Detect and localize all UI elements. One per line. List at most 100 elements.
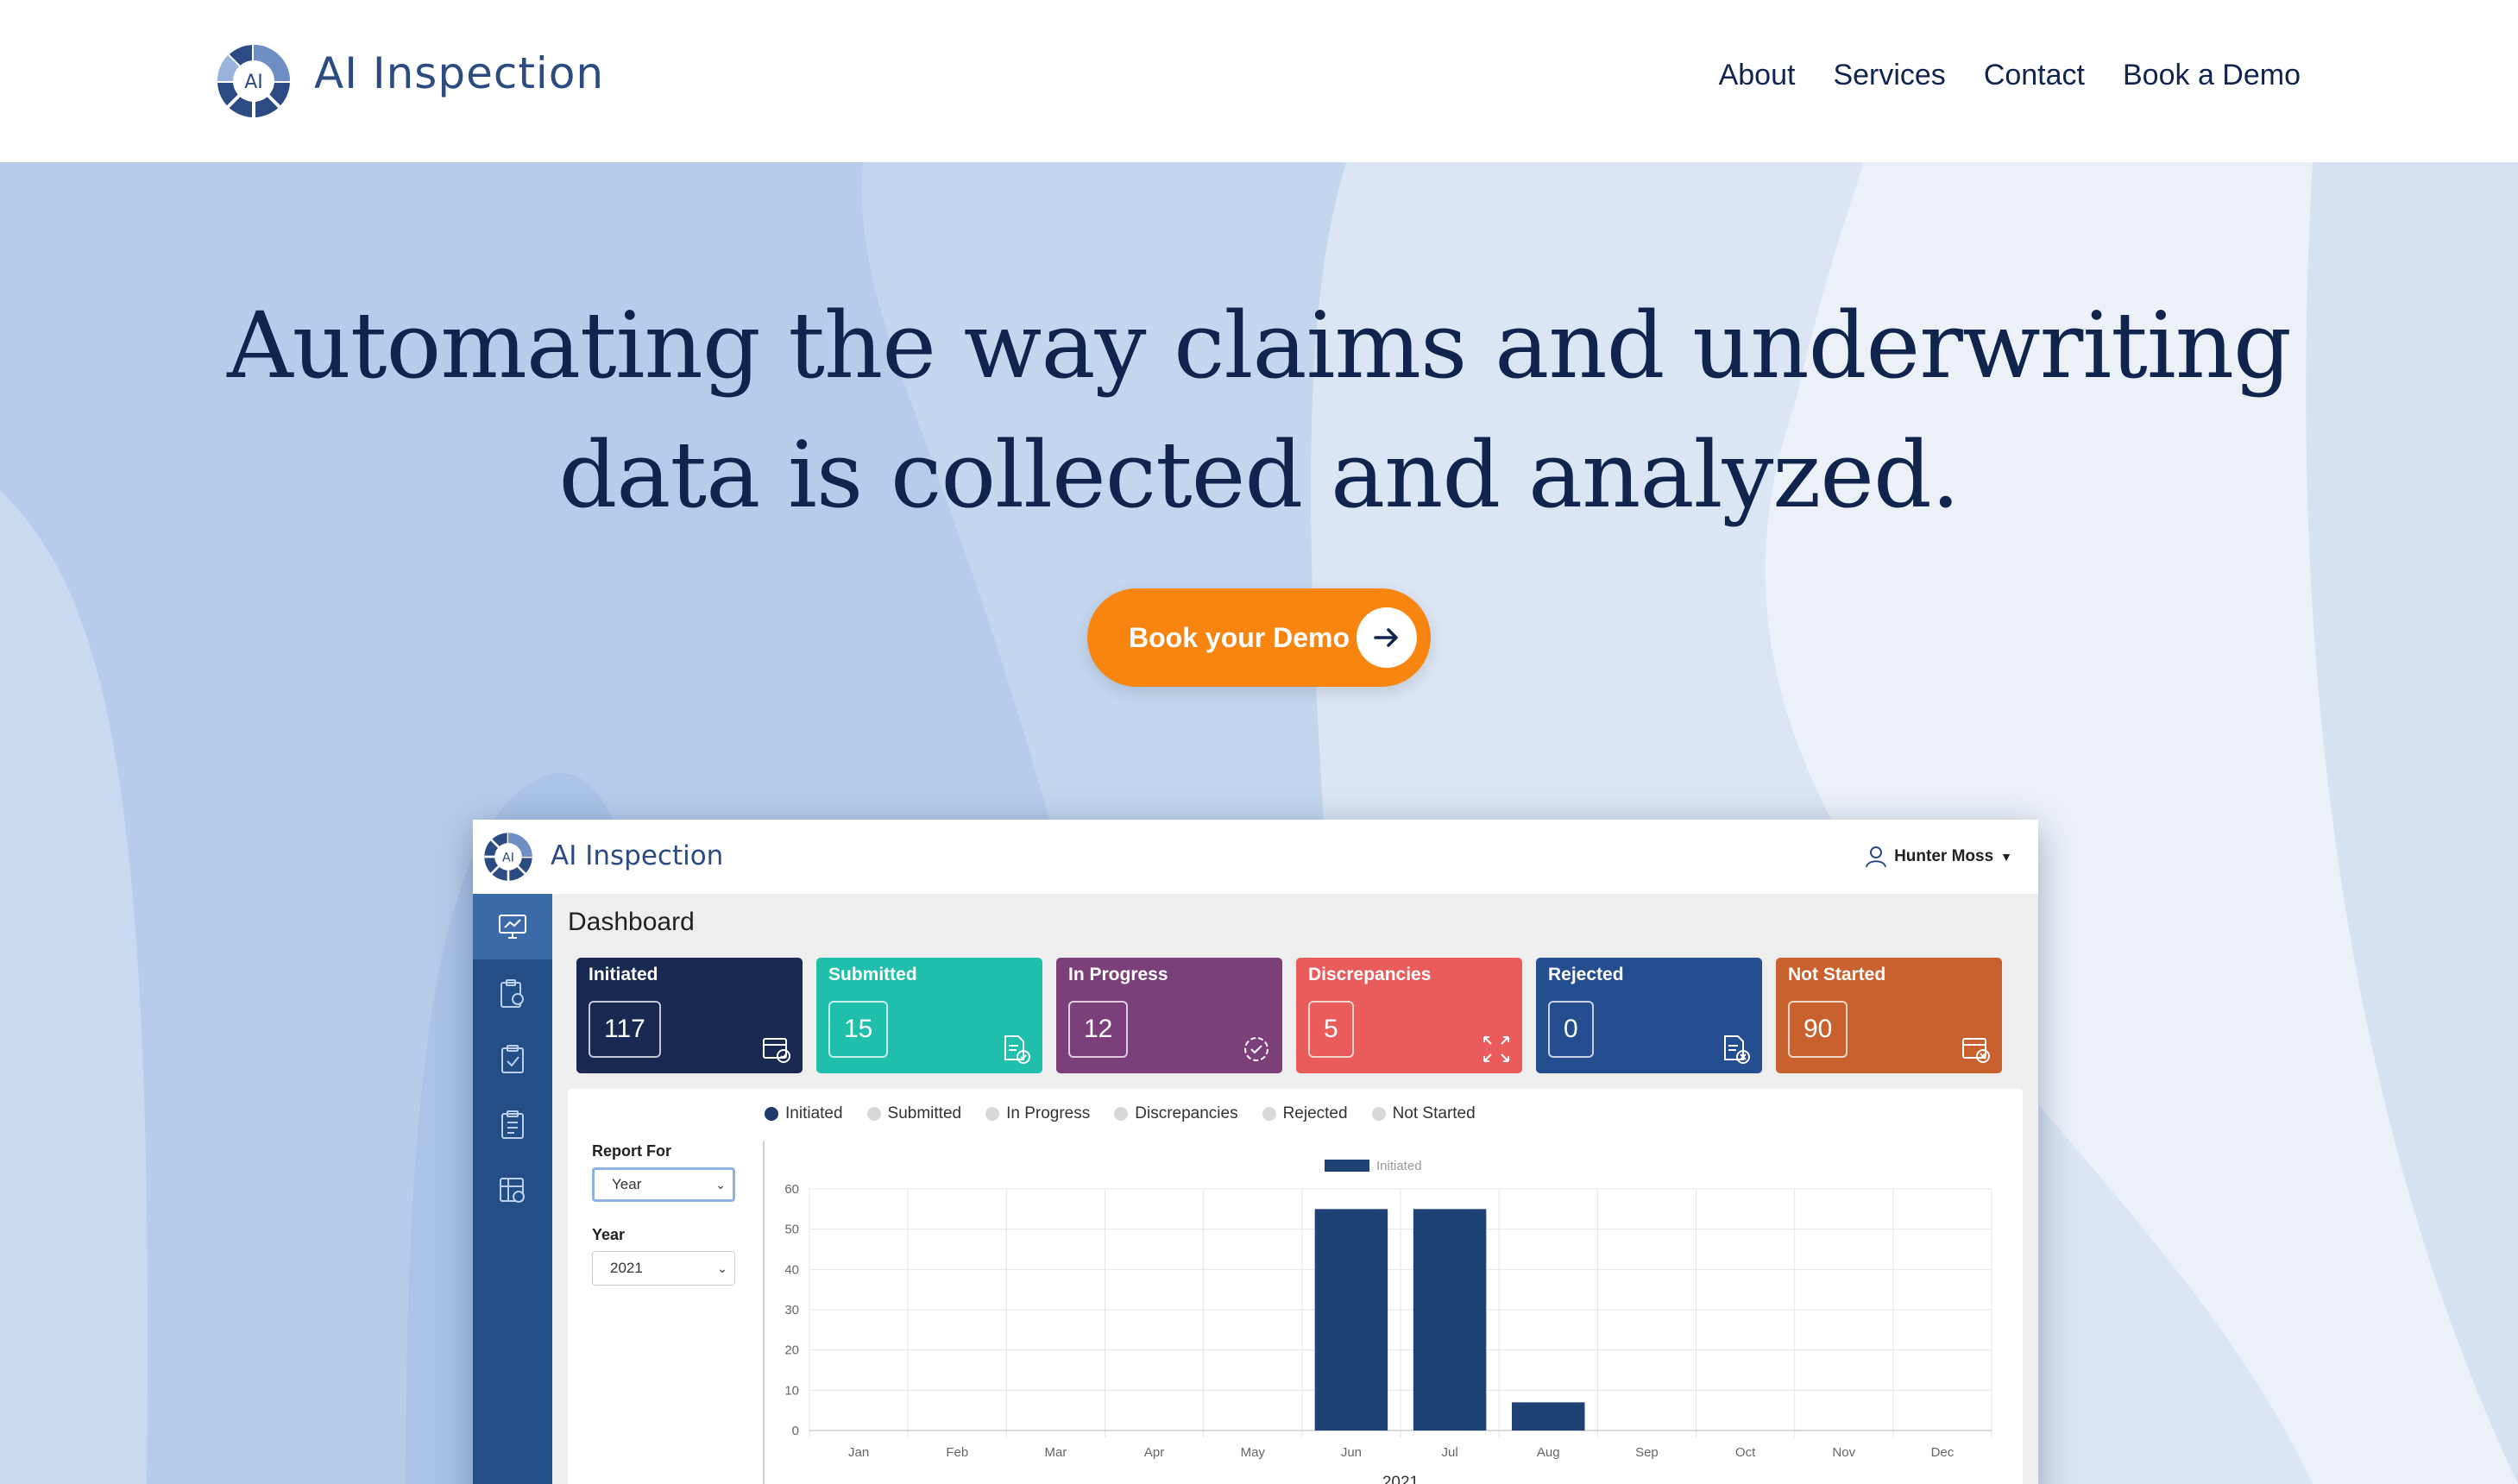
bar-jun [1314,1209,1388,1431]
legend-initiated[interactable]: Initiated [765,1104,843,1123]
user-menu[interactable]: Hunter Moss ▼ [1865,846,2012,868]
x-tick-label: Jun [1341,1445,1362,1460]
nav-book-demo[interactable]: Book a Demo [2123,59,2301,92]
document-check-icon [1004,1035,1030,1064]
y-tick-label: 60 [784,1182,799,1197]
legend-dot [1114,1107,1129,1121]
dashboard-logo-icon: AI [484,833,532,881]
document-x-icon [1724,1035,1750,1064]
hero-section: Automating the way claims and underwriti… [0,162,2518,1484]
legend-dot [1262,1107,1276,1121]
x-tick-label: Apr [1144,1445,1164,1460]
report-for-value: Year [612,1176,642,1192]
nav-contact[interactable]: Contact [1984,59,2085,92]
year-label: Year [592,1226,626,1243]
user-name: Hunter Moss [1894,847,1994,865]
year-value: 2021 [610,1260,643,1276]
clipboard-search-icon[interactable] [495,977,530,1011]
x-tick-label: Sep [1635,1445,1659,1460]
legend-label: Initiated [785,1104,843,1122]
calendar-x-icon [1962,1038,1990,1063]
legend-label: Submitted [887,1104,962,1122]
status-cards: Initiated 117 Submitted 15 In Progress 1… [576,958,2009,1075]
card-value: 15 [828,1001,889,1058]
legend-discrepancies[interactable]: Discrepancies [1114,1104,1238,1123]
dashboard-sidebar [473,894,552,1484]
clipboard-check-icon[interactable] [495,1042,530,1077]
hero-headline: Automating the way claims and underwriti… [0,281,2518,540]
x-tick-label: Jul [1441,1445,1457,1460]
legend-label: Discrepancies [1135,1104,1238,1122]
card-rejected[interactable]: Rejected 0 [1536,958,1762,1073]
legend-dot [866,1107,881,1121]
legend-submitted[interactable]: Submitted [866,1104,962,1123]
x-tick-label: Jan [848,1445,869,1460]
settings-grid-icon[interactable] [495,1173,530,1208]
y-tick-label: 30 [784,1303,799,1317]
year-select[interactable]: 2021 ⌄ [592,1251,735,1286]
dashboard-logo-mark-text: AI [502,851,514,865]
card-submitted[interactable]: Submitted 15 [816,958,1042,1073]
x-tick-label: Nov [1832,1445,1855,1460]
legend-label: In Progress [1006,1104,1091,1122]
bar-aug [1512,1402,1585,1431]
status-legend: Initiated Submitted In Progress Discrepa… [765,1104,1476,1123]
report-for-label: Report For [592,1142,671,1160]
legend-dot [1371,1107,1386,1121]
card-in-progress[interactable]: In Progress 12 [1056,958,1282,1073]
card-label: In Progress [1068,965,1168,984]
hero-headline-line-2: data is collected and analyzed. [558,422,1960,528]
card-label: Submitted [828,965,917,984]
clipboard-list-icon[interactable] [495,1108,530,1142]
report-for-select[interactable]: Year ⌄ [592,1167,735,1202]
card-initiated[interactable]: Initiated 117 [576,958,803,1073]
legend-dot [765,1107,778,1121]
chart-legend-label: Initiated [1376,1159,1422,1173]
book-demo-label: Book your Demo [1129,621,1350,653]
arrow-right-icon [1357,607,1417,668]
dashboard-icon[interactable] [473,894,552,959]
filter-divider [763,1141,765,1484]
hero-headline-line-1: Automating the way claims and underwriti… [227,292,2292,399]
x-axis-title: 2021 [1382,1474,1419,1484]
y-tick-label: 10 [784,1383,799,1398]
chart-legend-swatch [1325,1160,1369,1172]
chevron-down-icon: ⌄ [717,1261,727,1275]
y-tick-label: 0 [792,1424,799,1438]
bar-jul [1413,1209,1487,1431]
card-label: Discrepancies [1308,965,1432,984]
logo-mark-icon[interactable]: AI [216,43,292,119]
book-demo-button[interactable]: Book your Demo [1087,588,1431,687]
card-not-started[interactable]: Not Started 90 [1776,958,2002,1073]
legend-not-started[interactable]: Not Started [1371,1104,1476,1123]
nav-services[interactable]: Services [1833,59,1945,92]
card-value: 0 [1548,1001,1594,1058]
legend-rejected[interactable]: Rejected [1262,1104,1348,1123]
card-discrepancies[interactable]: Discrepancies 5 [1296,958,1522,1073]
report-filters: Report For Year ⌄ Year 2021 ⌄ [592,1142,747,1286]
dashboard-logo-text: AI Inspection [551,840,724,871]
expand-arrows-icon [1483,1036,1509,1062]
initiated-bar-chart: Initiated 0 10 20 30 40 50 60 Jan Feb Mar Apr May Jun… [784,1159,1992,1484]
card-label: Initiated [589,965,658,984]
card-value: 12 [1068,1001,1129,1058]
chart-panel: Initiated Submitted In Progress Discrepa… [568,1089,2023,1484]
dashboard-screenshot: AI AI Inspection Hunter Moss ▼ Dashboard… [473,820,2038,1484]
card-value: 117 [589,1001,661,1058]
x-tick-label: Feb [946,1445,968,1460]
dashboard-header: AI AI Inspection Hunter Moss ▼ [473,820,2038,895]
card-value: 5 [1308,1001,1354,1058]
chevron-down-icon: ⌄ [715,1178,726,1192]
caret-down-icon: ▼ [2000,850,2012,864]
dashboard-title: Dashboard [568,908,695,936]
main-nav: About Services Contact Book a Demo [1719,59,2301,92]
y-tick-label: 20 [784,1343,799,1358]
nav-about[interactable]: About [1719,59,1796,92]
x-tick-label: Dec [1931,1445,1955,1460]
y-tick-label: 50 [784,1223,799,1237]
legend-label: Not Started [1392,1104,1476,1122]
x-tick-label: Mar [1044,1445,1067,1460]
x-tick-label: Aug [1537,1445,1560,1460]
legend-in-progress[interactable]: In Progress [985,1104,1090,1123]
logo-text[interactable]: AI Inspection [314,48,604,98]
